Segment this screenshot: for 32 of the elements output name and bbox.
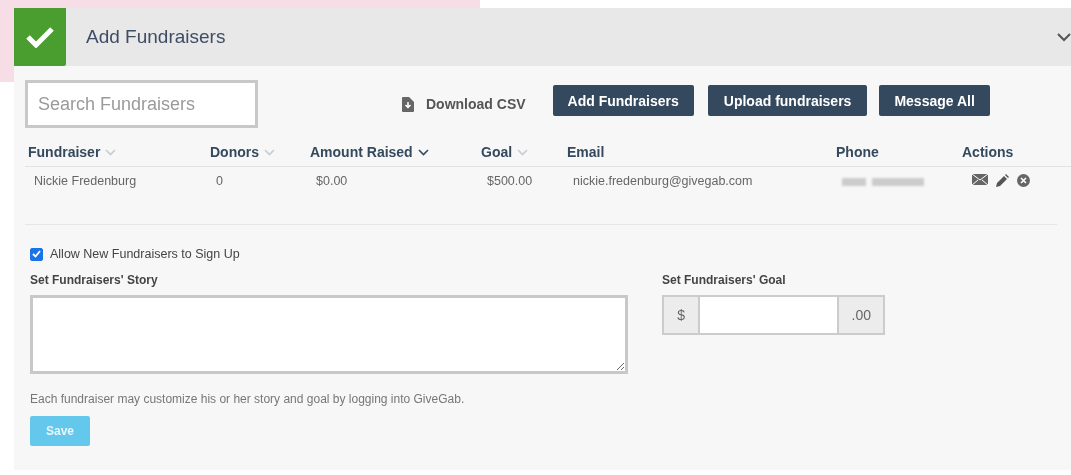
- table-cell-text: Nickie Fredenburg: [34, 174, 138, 190]
- column-header[interactable]: Fundraiser: [28, 144, 101, 160]
- column-header: Actions: [962, 144, 1014, 160]
- sort-caret-icon[interactable]: [417, 148, 429, 156]
- field-label: Set Fundraisers' Story: [30, 273, 159, 287]
- column-header: Phone: [836, 144, 879, 160]
- download-csv-link[interactable]: Download CSV: [402, 96, 526, 112]
- table-cell-text: $0.00: [316, 174, 349, 190]
- search-field[interactable]: Search Fundraisers: [25, 80, 258, 128]
- table-cell-text: 0: [216, 174, 224, 190]
- checkbox-label: Allow New Fundraisers to Sign Up: [50, 247, 240, 261]
- story-field[interactable]: [30, 295, 628, 374]
- section-title: Add Fundraisers: [86, 26, 227, 48]
- column-header[interactable]: Goal: [481, 144, 513, 160]
- action-button[interactable]: Add Fundraisers: [552, 85, 694, 116]
- envelope-icon[interactable]: [972, 174, 988, 185]
- help-text: Each fundraiser may customize his or her story and goal by logging into GiveGab.: [30, 392, 466, 406]
- chevron-icon[interactable]: [1057, 32, 1071, 42]
- field-label: Set Fundraisers' Goal: [662, 273, 787, 287]
- column-header[interactable]: Donors: [210, 144, 259, 160]
- action-button[interactable]: Upload fundraisers: [707, 85, 868, 116]
- table-cell-text: nickie.fredenburg@givegab.com: [573, 174, 754, 190]
- checkbox[interactable]: [30, 247, 43, 261]
- table-cell-text: $500.00: [487, 174, 534, 190]
- pencil-icon[interactable]: [996, 174, 1009, 187]
- goal-field[interactable]: $ .00: [662, 295, 885, 335]
- remove-icon[interactable]: [1017, 174, 1030, 187]
- action-button[interactable]: Message All: [879, 85, 990, 116]
- column-header: Email: [567, 144, 605, 160]
- file-download-icon: [402, 96, 414, 112]
- column-header[interactable]: Amount Raised: [310, 144, 413, 160]
- section-header[interactable]: Add Fundraisers: [14, 8, 1071, 66]
